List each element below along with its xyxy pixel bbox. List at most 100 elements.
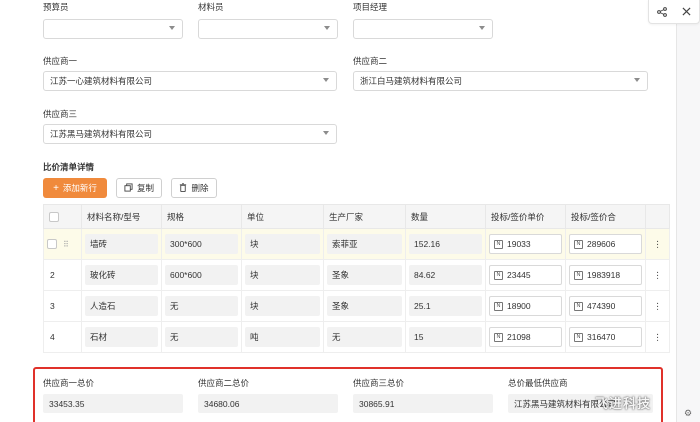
unit-cell[interactable]: 块 (241, 290, 324, 322)
gear-icon[interactable]: ⚙ (684, 408, 692, 419)
qty-cell[interactable]: 152.16 (405, 228, 486, 260)
trash-icon (179, 182, 187, 194)
name-field[interactable]: 石材 (85, 327, 158, 347)
row-more-icon[interactable]: ⋮ (645, 259, 670, 291)
maker-cell[interactable]: 圣象 (323, 290, 406, 322)
spec-cell[interactable]: 无 (161, 321, 242, 353)
qty-field[interactable]: 15 (409, 327, 482, 347)
name-field[interactable]: 玻化砖 (85, 265, 158, 285)
supplier2-total-value: 34680.06 (198, 394, 338, 413)
qty-cell[interactable]: 25.1 (405, 290, 486, 322)
add-row-button[interactable]: + 添加新行 (43, 178, 107, 198)
chevron-down-icon (634, 78, 640, 82)
supplier3-select[interactable]: 江苏黑马建筑材料有限公司 (43, 124, 337, 144)
row-more-icon[interactable]: ⋮ (645, 290, 670, 322)
price-input[interactable]: N 23445 (489, 265, 562, 285)
row-select-cell[interactable]: ⠿ (43, 228, 82, 260)
chevron-down-icon (479, 26, 485, 30)
copy-button[interactable]: 复制 (116, 178, 162, 198)
spec-field[interactable]: 无 (165, 296, 238, 316)
unit-field[interactable]: 块 (245, 234, 320, 254)
spec-field[interactable]: 600*600 (165, 265, 238, 285)
name-field[interactable]: 人造石 (85, 296, 158, 316)
comparison-table: 材料名称/型号 规格 单位 生产厂家 数量 投标/签价单价 投标/签价合 ⠿ 墙… (43, 204, 670, 353)
row-more-icon[interactable]: ⋮ (645, 321, 670, 353)
price-input[interactable]: N 19033 (489, 234, 562, 254)
total-cell[interactable]: N 1983918 (565, 259, 646, 291)
row-checkbox[interactable] (47, 239, 57, 250)
close-icon[interactable] (679, 4, 695, 20)
maker-cell[interactable]: 索菲亚 (323, 228, 406, 260)
supplier3-value: 江苏黑马建筑材料有限公司 (50, 129, 153, 139)
maker-field[interactable]: 圣象 (327, 265, 402, 285)
estimator-select[interactable] (43, 19, 183, 39)
table-row[interactable]: 2 玻化砖 600*600 块 圣象 84.62 N 23445 N 1983918… (43, 259, 670, 291)
number-icon: N (494, 270, 503, 280)
col-header-spec: 规格 (161, 204, 242, 229)
select-all-checkbox[interactable] (49, 211, 59, 222)
supplier2-select[interactable]: 浙江白马建筑材料有限公司 (353, 71, 648, 91)
unit-cell[interactable]: 块 (241, 228, 324, 260)
spec-cell[interactable]: 无 (161, 290, 242, 322)
qty-cell[interactable]: 15 (405, 321, 486, 353)
total-cell[interactable]: N 474390 (565, 290, 646, 322)
table-header-row: 材料名称/型号 规格 单位 生产厂家 数量 投标/签价单价 投标/签价合 (43, 204, 670, 229)
price-cell[interactable]: N 23445 (485, 259, 566, 291)
maker-field[interactable]: 索菲亚 (327, 234, 402, 254)
qty-field[interactable]: 84.62 (409, 265, 482, 285)
price-cell[interactable]: N 21098 (485, 321, 566, 353)
col-header-name: 材料名称/型号 (81, 204, 162, 229)
maker-field[interactable]: 圣象 (327, 296, 402, 316)
drag-handle-icon[interactable]: ⠿ (63, 240, 69, 249)
name-cell[interactable]: 石材 (81, 321, 162, 353)
unit-field[interactable]: 块 (245, 265, 320, 285)
spec-cell[interactable]: 600*600 (161, 259, 242, 291)
number-icon: N (574, 332, 583, 342)
spec-cell[interactable]: 300*600 (161, 228, 242, 260)
estimator-label: 预算员 (43, 2, 69, 12)
price-input[interactable]: N 21098 (489, 327, 562, 347)
qty-cell[interactable]: 84.62 (405, 259, 486, 291)
total-cell[interactable]: N 289606 (565, 228, 646, 260)
qty-field[interactable]: 152.16 (409, 234, 482, 254)
plus-icon: + (53, 182, 59, 194)
supplier1-select[interactable]: 江苏一心建筑材料有限公司 (43, 71, 337, 91)
total-input[interactable]: N 474390 (569, 296, 642, 316)
maker-cell[interactable]: 圣象 (323, 259, 406, 291)
price-cell[interactable]: N 18900 (485, 290, 566, 322)
share-icon[interactable] (654, 4, 670, 20)
maker-cell[interactable]: 无 (323, 321, 406, 353)
qty-field[interactable]: 25.1 (409, 296, 482, 316)
material-clerk-select[interactable] (198, 19, 338, 39)
price-cell[interactable]: N 19033 (485, 228, 566, 260)
total-input[interactable]: N 289606 (569, 234, 642, 254)
supplier1-value: 江苏一心建筑材料有限公司 (50, 76, 153, 86)
delete-button[interactable]: 删除 (171, 178, 217, 198)
pm-select[interactable] (353, 19, 493, 39)
material-clerk-label: 材料员 (198, 2, 224, 12)
unit-field[interactable]: 吨 (245, 327, 320, 347)
maker-field[interactable]: 无 (327, 327, 402, 347)
copy-icon (124, 182, 133, 194)
total-value: 1983918 (587, 270, 621, 280)
name-field[interactable]: 墙砖 (85, 234, 158, 254)
name-cell[interactable]: 玻化砖 (81, 259, 162, 291)
total-cell[interactable]: N 316470 (565, 321, 646, 353)
unit-cell[interactable]: 吨 (241, 321, 324, 353)
price-value: 19033 (507, 239, 531, 249)
unit-field[interactable]: 块 (245, 296, 320, 316)
col-header-unit: 单位 (241, 204, 324, 229)
name-cell[interactable]: 人造石 (81, 290, 162, 322)
price-input[interactable]: N 18900 (489, 296, 562, 316)
unit-cell[interactable]: 块 (241, 259, 324, 291)
total-input[interactable]: N 1983918 (569, 265, 642, 285)
total-input[interactable]: N 316470 (569, 327, 642, 347)
name-cell[interactable]: 墙砖 (81, 228, 162, 260)
table-row[interactable]: 4 石材 无 吨 无 15 N 21098 N 316470 ⋮ (43, 321, 670, 353)
table-row[interactable]: 3 人造石 无 块 圣象 25.1 N 18900 N 474390 ⋮ (43, 290, 670, 322)
spec-field[interactable]: 300*600 (165, 234, 238, 254)
spec-field[interactable]: 无 (165, 327, 238, 347)
row-more-icon[interactable]: ⋮ (645, 228, 670, 260)
select-all-cell[interactable] (43, 204, 82, 229)
table-row[interactable]: ⠿ 墙砖 300*600 块 索菲亚 152.16 N 19033 N 289606… (43, 228, 670, 260)
